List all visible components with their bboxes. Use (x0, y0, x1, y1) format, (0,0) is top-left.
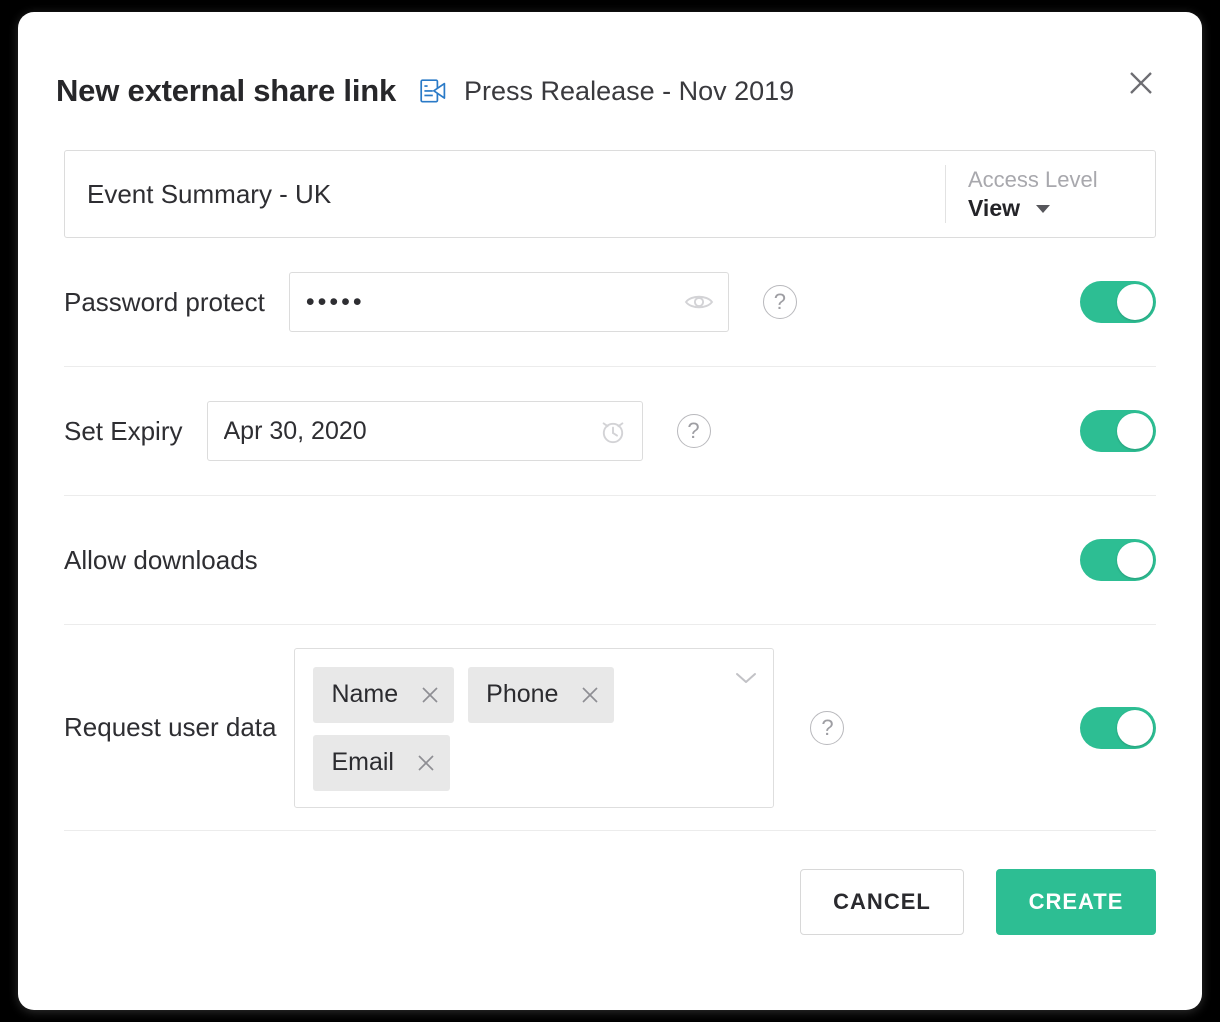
toggle-knob (1117, 709, 1153, 746)
chip-phone[interactable]: Phone (468, 666, 615, 723)
create-button[interactable]: CREATE (996, 869, 1156, 935)
request-user-data-toggle[interactable] (1080, 706, 1156, 749)
password-field-wrapper (288, 272, 729, 332)
toggle-knob (1117, 542, 1153, 578)
document-name: Press Realease - Nov 2019 (464, 75, 795, 106)
link-name-row: Access Level View (64, 150, 1156, 238)
dialog-header: New external share link Press Realease -… (18, 12, 1202, 130)
chevron-down-icon[interactable] (735, 671, 757, 690)
user-data-chips-box[interactable]: Name Phone Email (294, 647, 775, 808)
password-input[interactable] (289, 273, 728, 331)
expiry-date-input[interactable] (207, 402, 642, 460)
chip-name[interactable]: Name (313, 666, 455, 723)
allow-downloads-label: Allow downloads (64, 544, 258, 575)
toggle-knob (1117, 413, 1153, 449)
access-level-label: Access Level (968, 166, 1098, 192)
chevron-down-icon (1036, 204, 1050, 213)
request-user-data-row: Request user data Name Phone Email ? (64, 625, 1156, 830)
set-expiry-label: Set Expiry (64, 415, 183, 446)
set-expiry-row: Set Expiry ? (64, 367, 1156, 495)
toggle-knob (1117, 284, 1153, 320)
password-protect-row: Password protect ? (64, 238, 1156, 366)
allow-downloads-row: Allow downloads (64, 496, 1156, 624)
password-protect-toggle[interactable] (1080, 281, 1156, 323)
access-level-dropdown[interactable]: Access Level View (945, 165, 1155, 223)
password-help-icon[interactable]: ? (762, 285, 797, 319)
access-level-value: View (968, 195, 1020, 222)
cancel-button[interactable]: CANCEL (800, 869, 964, 935)
chip-label: Email (331, 748, 394, 776)
request-user-data-label: Request user data (64, 712, 277, 742)
link-name-input[interactable] (65, 151, 945, 237)
set-expiry-toggle[interactable] (1080, 410, 1156, 452)
expiry-field-wrapper (206, 401, 643, 461)
access-level-value-row: View (968, 195, 1155, 222)
page-title: New external share link (56, 73, 397, 108)
close-icon[interactable] (1122, 64, 1160, 102)
chip-email[interactable]: Email (313, 734, 450, 791)
chip-label: Phone (486, 680, 559, 708)
password-protect-label: Password protect (64, 286, 265, 317)
alarm-clock-icon[interactable] (598, 416, 628, 446)
new-share-link-dialog: New external share link Press Realease -… (18, 12, 1202, 1010)
allow-downloads-toggle[interactable] (1080, 539, 1156, 581)
eye-icon[interactable] (684, 291, 714, 313)
chip-remove-close-icon[interactable] (420, 685, 440, 705)
dialog-body: Access Level View Password protect (18, 150, 1202, 831)
dialog-footer: CANCEL CREATE (18, 831, 1202, 935)
document-share-icon (418, 76, 448, 106)
chip-remove-close-icon[interactable] (580, 685, 600, 705)
expiry-help-icon[interactable]: ? (676, 414, 711, 448)
chip-label: Name (331, 680, 399, 708)
request-user-data-help-icon[interactable]: ? (810, 710, 845, 745)
chip-remove-close-icon[interactable] (416, 753, 436, 773)
